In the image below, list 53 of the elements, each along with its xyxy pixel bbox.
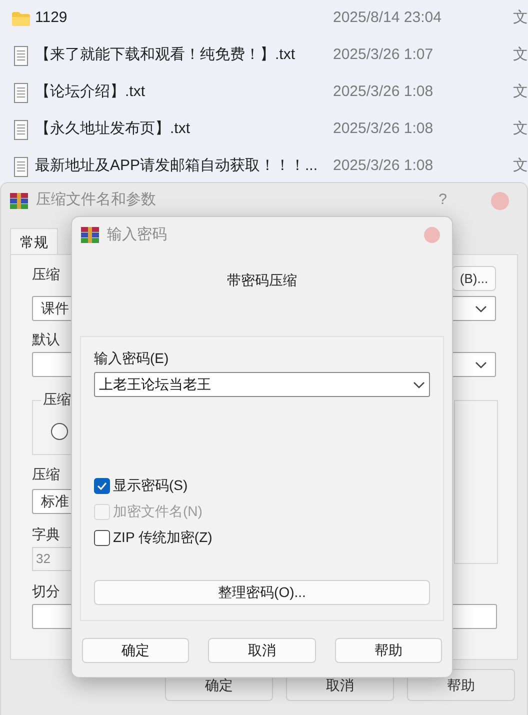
window-title: 压缩文件名和参数 — [36, 190, 156, 210]
document-icon — [13, 46, 29, 66]
dialog-title: 输入密码 — [107, 224, 167, 245]
chevron-icon — [413, 380, 425, 388]
password-combo[interactable]: 上老王论坛当老王 — [94, 372, 430, 397]
field-label: 压缩 — [32, 266, 60, 283]
document-icon — [13, 156, 29, 176]
checkbox[interactable] — [94, 530, 110, 546]
radio-button[interactable] — [51, 423, 68, 440]
browse-button[interactable]: (B)... — [452, 266, 496, 291]
dialog-button[interactable]: 帮助 — [334, 638, 442, 663]
group-label: 压缩 — [41, 391, 73, 408]
archive-icon — [9, 192, 29, 210]
checkbox-label: 显示密码(S) — [113, 476, 188, 495]
file-date: 2025/3/26 1:07 — [333, 45, 434, 66]
file-date: 2025/3/26 1:08 — [333, 82, 434, 102]
checkbox[interactable] — [94, 478, 110, 494]
dialog-button[interactable]: 取消 — [208, 638, 316, 663]
manage-passwords-button[interactable]: 整理密码(O)... — [94, 580, 430, 605]
archive-icon — [80, 226, 100, 244]
dialog-heading: 带密码压缩 — [227, 271, 297, 290]
tab[interactable]: 常规 — [10, 228, 58, 254]
file-type: 文 — [513, 156, 528, 176]
file-name[interactable]: 【永久地址发布页】.txt — [35, 118, 333, 141]
checkbox-label: 加密文件名(N) — [113, 502, 202, 521]
check-icon — [97, 482, 107, 490]
field-value: 课件 — [41, 299, 69, 318]
field-label: 压缩 — [32, 466, 60, 483]
file-type: 文 — [513, 8, 528, 28]
field-value: 标准 — [41, 492, 69, 511]
field-value: 上老王论坛当老王 — [99, 375, 211, 394]
chevron-icon — [475, 304, 487, 312]
file-name[interactable]: 1129 — [35, 7, 333, 30]
field-label: 默认 — [32, 331, 60, 348]
file-name[interactable]: 【论坛介绍】.txt — [35, 81, 333, 104]
document-icon — [13, 120, 29, 140]
checkbox-label: ZIP 传统加密(Z) — [113, 528, 212, 547]
file-date: 2025/3/26 1:08 — [333, 156, 434, 176]
dialog-button[interactable]: 确定 — [82, 638, 190, 663]
file-name[interactable]: 最新地址及APP请发邮箱自动获取！！！... — [35, 155, 333, 178]
field-value: 32 — [36, 550, 50, 568]
file-type: 文 — [513, 82, 528, 102]
field-label: 字典 — [32, 526, 60, 543]
file-date: 2025/3/26 1:08 — [333, 119, 434, 140]
file-name[interactable]: 【来了就能下载和观看！纯免费！】.txt — [35, 44, 333, 67]
field-label: 输入密码(E) — [94, 350, 169, 367]
field-label: 切分 — [32, 583, 60, 600]
document-icon — [13, 82, 29, 102]
folder-icon — [11, 10, 31, 26]
chevron-icon — [475, 360, 487, 368]
file-type: 文 — [513, 119, 528, 140]
file-type: 文 — [513, 45, 528, 66]
file-date: 2025/8/14 23:04 — [333, 8, 442, 28]
